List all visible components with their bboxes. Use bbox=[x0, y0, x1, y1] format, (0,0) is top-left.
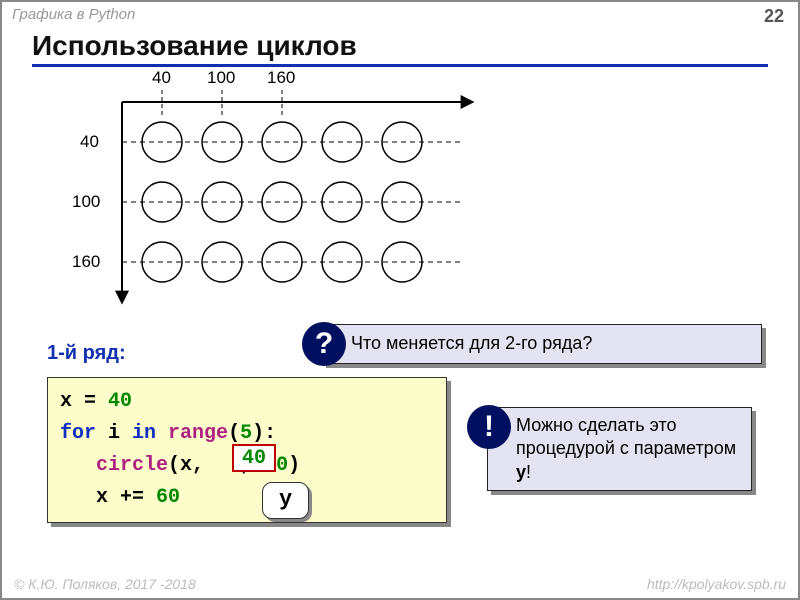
question-icon: ? bbox=[302, 322, 346, 366]
footer-copyright: © К.Ю. Поляков, 2017 -2018 bbox=[14, 576, 196, 592]
question-text: Что меняется для 2-го ряда? bbox=[351, 332, 592, 355]
footer-url: http://kpolyakov.spb.ru bbox=[647, 576, 786, 592]
slide: Графика в Python 22 Использование циклов bbox=[0, 0, 800, 600]
highlight-40: 40 bbox=[232, 444, 276, 472]
col-label-1: 100 bbox=[207, 68, 235, 88]
first-row-label: 1-й ряд: bbox=[47, 342, 126, 365]
y-bubble: y bbox=[262, 482, 309, 519]
col-label-2: 160 bbox=[267, 68, 295, 88]
row-label-2: 160 bbox=[72, 252, 100, 272]
circle-grid-diagram: 40 100 160 40 100 160 bbox=[62, 72, 492, 302]
diagram-svg bbox=[62, 72, 492, 302]
question-box: Что меняется для 2-го ряда? bbox=[322, 324, 762, 364]
header-title: Графика в Python bbox=[12, 6, 135, 23]
exclaim-icon: ! bbox=[467, 405, 511, 449]
row-label-0: 40 bbox=[80, 132, 99, 152]
col-label-0: 40 bbox=[152, 68, 171, 88]
slide-title: Использование циклов bbox=[32, 30, 768, 67]
page-number: 22 bbox=[764, 6, 784, 27]
tip-text: Можно сделать это процедурой с параметро… bbox=[516, 415, 736, 482]
tip-box: Можно сделать это процедурой с параметро… bbox=[487, 407, 752, 491]
row-label-1: 100 bbox=[72, 192, 100, 212]
